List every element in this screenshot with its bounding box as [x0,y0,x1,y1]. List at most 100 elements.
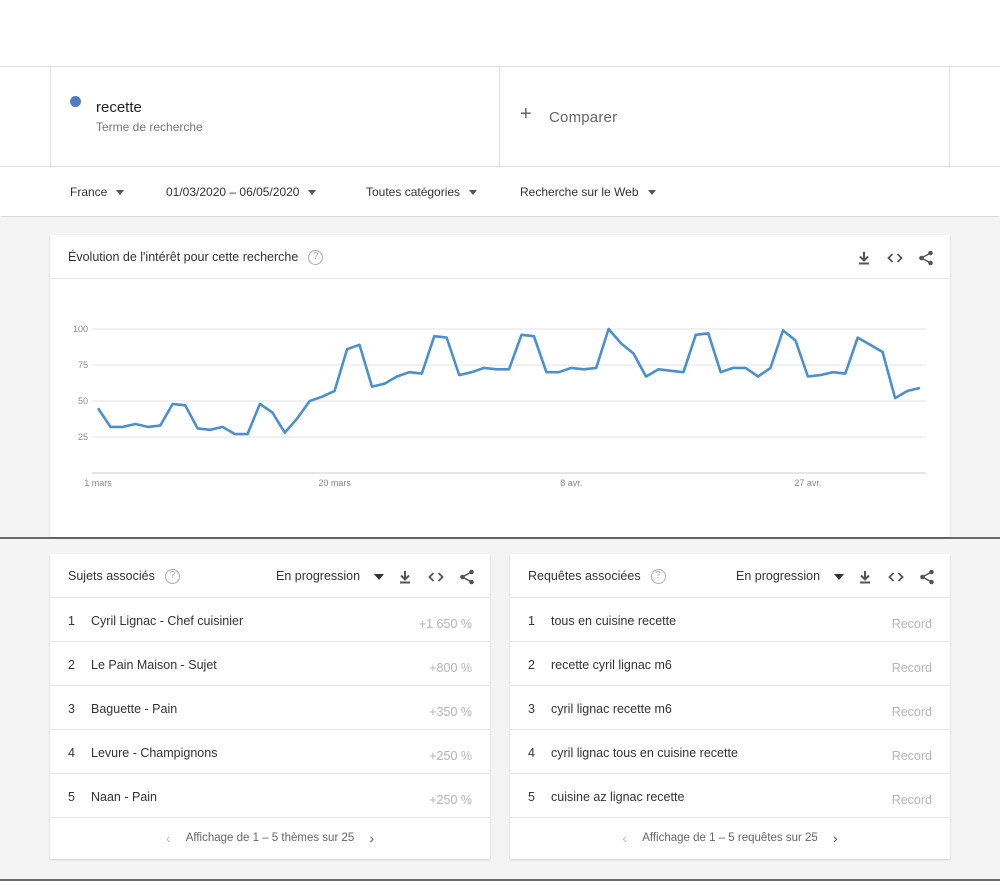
list-item[interactable]: 5 Naan - Pain +250 % [50,774,490,818]
help-icon[interactable]: ? [308,250,324,266]
row-rank: 1 [528,614,535,628]
search-term-box[interactable]: recette Terme de recherche [50,67,500,166]
row-label: Le Pain Maison - Sujet [91,658,217,672]
row-label: Levure - Champignons [91,746,218,760]
row-value: +250 % [429,749,472,763]
list-item[interactable]: 2 recette cyril lignac m6 Record [510,642,950,686]
compare-label: Comparer [549,109,618,126]
dropdown-caret-icon [469,190,478,196]
next-page-button[interactable]: › [833,830,838,846]
filter-bar: France 01/03/2020 – 06/05/2020 Toutes ca… [0,166,1000,216]
row-rank: 5 [68,790,75,804]
queries-filter-dropdown[interactable]: En progression [736,569,845,583]
row-value: Record [891,705,932,719]
filter-region[interactable]: France [70,185,125,199]
list-item[interactable]: 4 cyril lignac tous en cuisine recette R… [510,730,950,774]
pagination-label: Affichage de 1 – 5 requêtes sur 25 [642,832,818,844]
row-label: cyril lignac recette m6 [551,702,672,716]
share-icon[interactable] [918,568,936,586]
search-term-bar: recette Terme de recherche + Comparer [0,66,1000,166]
prev-page-button[interactable]: ‹ [166,830,171,846]
dropdown-caret-icon [647,190,656,196]
x-tick-label: 20 mars [318,478,351,488]
y-tick-label: 100 [73,324,88,334]
row-rank: 2 [68,658,75,672]
next-page-button[interactable]: › [369,830,374,846]
card-header: Sujets associés? En progression [50,554,490,598]
filter-category[interactable]: Toutes catégories [366,185,478,199]
term-color-dot [70,96,81,107]
divider [0,879,1000,881]
row-label: Baguette - Pain [91,702,178,716]
pagination: ‹ Affichage de 1 – 5 requêtes sur 25 › [510,815,950,859]
list-item[interactable]: 5 cuisine az lignac recette Record [510,774,950,818]
embed-code-icon[interactable] [887,568,905,586]
card-title: Évolution de l'intérêt pour cette recher… [68,250,324,266]
card-title: Requêtes associées? [528,569,666,585]
list-item[interactable]: 1 tous en cuisine recette Record [510,598,950,642]
list-item[interactable]: 3 cyril lignac recette m6 Record [510,686,950,730]
topics-filter-label: En progression [276,569,361,583]
row-label: tous en cuisine recette [551,614,677,628]
row-value: Record [891,617,932,631]
row-rank: 1 [68,614,75,628]
card-header: Évolution de l'intérêt pour cette recher… [50,235,950,279]
queries-title: Requêtes associées [528,569,641,583]
filter-search-type-label: Recherche sur le Web [520,185,639,199]
help-icon[interactable]: ? [650,569,666,585]
row-rank: 5 [528,790,535,804]
download-icon[interactable] [856,568,874,586]
x-tick-label: 8 avr. [560,478,582,488]
row-rank: 4 [528,746,535,760]
row-rank: 4 [68,746,75,760]
pagination: ‹ Affichage de 1 – 5 thèmes sur 25 › [50,815,490,859]
dropdown-caret-icon [834,573,845,580]
card-header: Requêtes associées? En progression [510,554,950,598]
related-queries-card: Requêtes associées? En progression 1 tou… [510,554,950,859]
y-tick-label: 75 [78,360,88,370]
share-icon[interactable] [458,568,476,586]
dropdown-caret-icon [374,573,385,580]
term-subtitle: Terme de recherche [96,120,203,134]
share-icon[interactable] [917,249,935,267]
embed-code-icon[interactable] [427,568,445,586]
x-tick-label: 1 mars [84,478,112,488]
embed-code-icon[interactable] [886,249,904,267]
row-value: Record [891,749,932,763]
row-label: Cyril Lignac - Chef cuisinier [91,614,244,628]
dropdown-caret-icon [116,190,125,196]
list-item[interactable]: 3 Baguette - Pain +350 % [50,686,490,730]
x-tick-label: 27 avr. [794,478,821,488]
related-topics-card: Sujets associés? En progression 1 Cyril … [50,554,490,859]
row-label: recette cyril lignac m6 [551,658,672,672]
row-label: cuisine az lignac recette [551,790,685,804]
download-icon[interactable] [396,568,414,586]
row-value: +800 % [429,661,472,675]
list-item[interactable]: 1 Cyril Lignac - Chef cuisinier +1 650 % [50,598,490,642]
row-rank: 3 [68,702,75,716]
row-rank: 3 [528,702,535,716]
interest-title: Évolution de l'intérêt pour cette recher… [68,250,299,264]
row-rank: 2 [528,658,535,672]
plus-icon: + [520,103,532,125]
filter-date-label: 01/03/2020 – 06/05/2020 [166,185,300,199]
prev-page-button[interactable]: ‹ [622,830,627,846]
row-value: +350 % [429,705,472,719]
filter-region-label: France [70,185,108,199]
interest-over-time-card: Évolution de l'intérêt pour cette recher… [50,235,950,537]
filter-category-label: Toutes catégories [366,185,461,199]
compare-button[interactable]: + Comparer [500,67,950,166]
y-tick-label: 25 [78,432,88,442]
list-item[interactable]: 2 Le Pain Maison - Sujet +800 % [50,642,490,686]
list-item[interactable]: 4 Levure - Champignons +250 % [50,730,490,774]
row-label: cyril lignac tous en cuisine recette [551,746,738,760]
row-value: Record [891,793,932,807]
divider [0,537,1000,539]
term-name[interactable]: recette [96,99,142,116]
topics-filter-dropdown[interactable]: En progression [276,569,385,583]
filter-date-range[interactable]: 01/03/2020 – 06/05/2020 [166,185,317,199]
help-icon[interactable]: ? [164,569,180,585]
filter-search-type[interactable]: Recherche sur le Web [520,185,656,199]
queries-filter-label: En progression [736,569,821,583]
download-icon[interactable] [855,249,873,267]
